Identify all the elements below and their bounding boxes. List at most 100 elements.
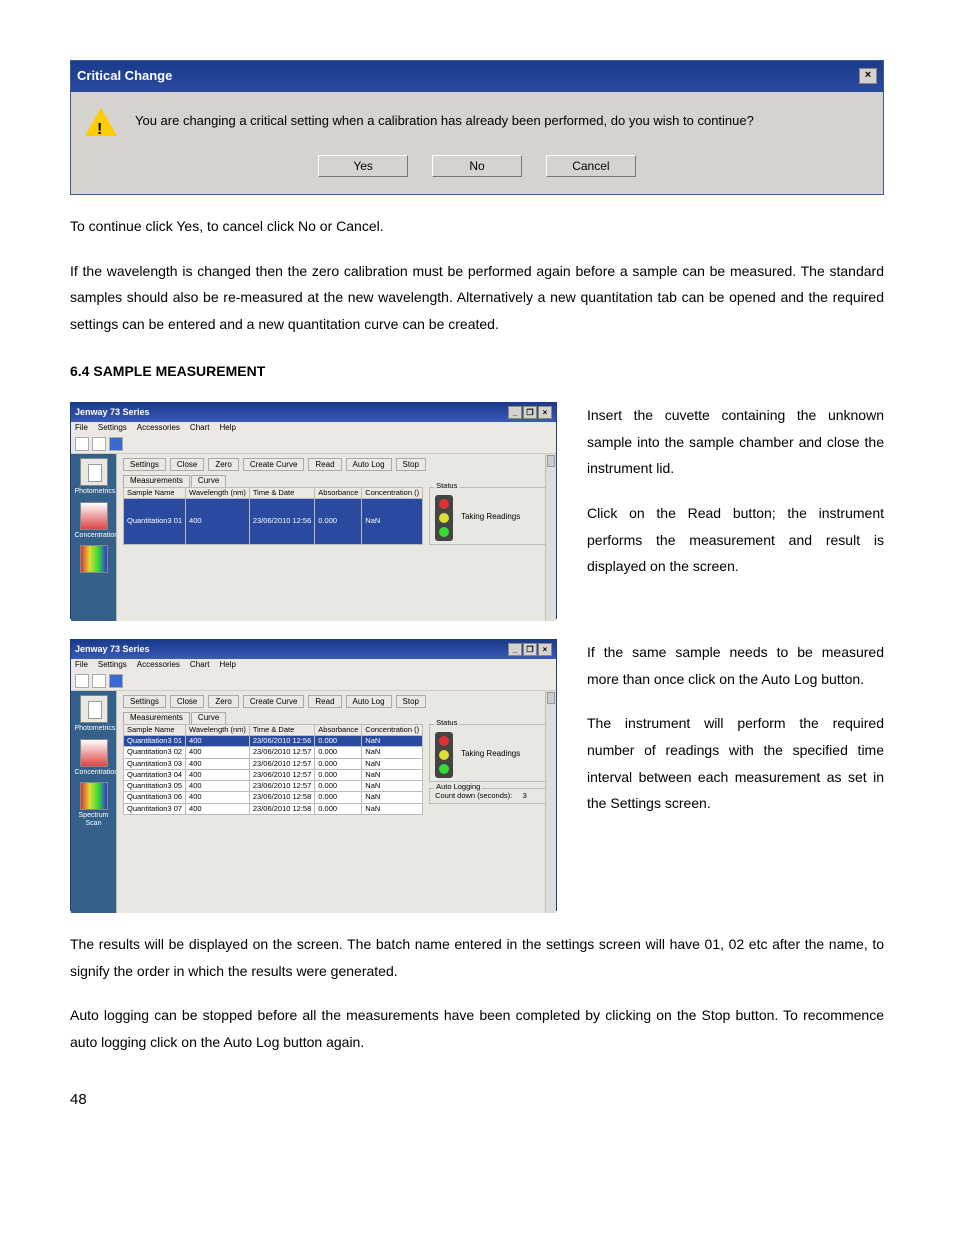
minimize-icon[interactable]: _ <box>508 406 522 419</box>
close-icon[interactable]: × <box>538 406 552 419</box>
spectrum-icon <box>80 545 108 573</box>
table-row[interactable]: Quantitation3 0740023/06/2010 12:580.000… <box>124 803 423 814</box>
save-icon[interactable] <box>109 437 123 451</box>
table-row[interactable]: Quantitation3 0140023/06/2010 12:560.000… <box>124 736 423 747</box>
sidebar-item-photometrics[interactable]: Photometrics <box>75 695 113 733</box>
stop-button[interactable]: Stop <box>396 695 426 708</box>
warning-icon <box>85 108 117 136</box>
sidebar-item-spectrum[interactable] <box>75 545 113 575</box>
app-screenshot-2: Jenway 73 Series _ ❐ × File Settings Acc… <box>70 639 557 911</box>
body-paragraph: If the same sample needs to be measured … <box>587 639 884 692</box>
maximize-icon[interactable]: ❐ <box>523 643 537 656</box>
section-heading: 6.4 SAMPLE MEASUREMENT <box>70 358 884 385</box>
tab-curve[interactable]: Curve <box>191 475 226 487</box>
table-cell: 0.000 <box>315 736 362 747</box>
sidebar-label: Concentration <box>75 769 119 776</box>
concentration-icon <box>80 502 108 530</box>
menu-file[interactable]: File <box>75 661 88 670</box>
table-cell: 400 <box>186 499 250 545</box>
autolog-button[interactable]: Auto Log <box>346 695 392 708</box>
sidebar-label: Spectrum Scan <box>79 812 109 827</box>
sidebar-item-spectrum[interactable]: Spectrum Scan <box>75 782 113 827</box>
menu-help[interactable]: Help <box>219 424 235 433</box>
menu-settings[interactable]: Settings <box>98 424 127 433</box>
menubar: File Settings Accessories Chart Help <box>71 422 556 435</box>
photometrics-icon <box>80 458 108 486</box>
col-wavelength: Wavelength (nm) <box>186 724 250 735</box>
menu-accessories[interactable]: Accessories <box>137 424 180 433</box>
menu-chart[interactable]: Chart <box>190 661 210 670</box>
tab-measurements[interactable]: Measurements <box>123 712 190 724</box>
table-row[interactable]: Quantitation3 0340023/06/2010 12:570.000… <box>124 758 423 769</box>
menu-file[interactable]: File <box>75 424 88 433</box>
close-button[interactable]: Close <box>170 458 204 471</box>
toolbar-icon[interactable] <box>92 437 106 451</box>
status-label: Status <box>434 719 459 727</box>
table-row[interactable]: Quantitation3 0640023/06/2010 12:580.000… <box>124 792 423 803</box>
zero-button[interactable]: Zero <box>208 695 238 708</box>
content-area: Settings Close Zero Create Curve Read Au… <box>116 454 556 621</box>
photometrics-icon <box>80 695 108 723</box>
table-cell: 23/06/2010 12:58 <box>249 803 314 814</box>
dialog-message: You are changing a critical setting when… <box>135 109 754 134</box>
no-button[interactable]: No <box>432 155 522 177</box>
table-cell: NaN <box>362 803 423 814</box>
concentration-icon <box>80 739 108 767</box>
scrollbar[interactable] <box>545 691 556 913</box>
menu-accessories[interactable]: Accessories <box>137 661 180 670</box>
table-cell: 400 <box>186 792 250 803</box>
table-row[interactable]: Quantitation3 0440023/06/2010 12:570.000… <box>124 769 423 780</box>
status-label: Status <box>434 482 459 490</box>
yes-button[interactable]: Yes <box>318 155 408 177</box>
maximize-icon[interactable]: ❐ <box>523 406 537 419</box>
tab-measurements[interactable]: Measurements <box>123 475 190 487</box>
toolbar-icon[interactable] <box>75 674 89 688</box>
settings-button[interactable]: Settings <box>123 695 166 708</box>
table-cell: Quantitation3 01 <box>124 499 186 545</box>
menu-chart[interactable]: Chart <box>190 424 210 433</box>
col-concentration: Concentration () <box>362 487 423 498</box>
close-icon[interactable]: × <box>538 643 552 656</box>
sidebar: Photometrics Concentration Spectrum Scan <box>71 691 116 913</box>
sidebar-label: Concentration <box>75 532 119 539</box>
table-cell: 400 <box>186 781 250 792</box>
close-button[interactable]: Close <box>170 695 204 708</box>
table-row[interactable]: Quantitation3 0140023/06/2010 12:560.000… <box>124 499 423 545</box>
table-row[interactable]: Quantitation3 0240023/06/2010 12:570.000… <box>124 747 423 758</box>
autolog-button[interactable]: Auto Log <box>346 458 392 471</box>
col-sample-name: Sample Name <box>124 487 186 498</box>
tab-curve[interactable]: Curve <box>191 712 226 724</box>
save-icon[interactable] <box>109 674 123 688</box>
stop-button[interactable]: Stop <box>396 458 426 471</box>
scrollbar[interactable] <box>545 454 556 621</box>
close-icon[interactable]: × <box>859 68 877 84</box>
page-number: 48 <box>70 1086 884 1115</box>
table-cell: 0.000 <box>315 792 362 803</box>
table-row[interactable]: Quantitation3 0540023/06/2010 12:570.000… <box>124 781 423 792</box>
sidebar-item-photometrics[interactable]: Photometrics <box>75 458 113 496</box>
table-cell: 400 <box>186 758 250 769</box>
col-absorbance: Absorbance <box>315 724 362 735</box>
read-button[interactable]: Read <box>308 695 341 708</box>
zero-button[interactable]: Zero <box>208 458 238 471</box>
read-button[interactable]: Read <box>308 458 341 471</box>
menu-help[interactable]: Help <box>219 661 235 670</box>
sidebar-item-concentration[interactable]: Concentration <box>75 739 113 777</box>
results-table: Sample Name Wavelength (nm) Time & Date … <box>123 724 423 815</box>
body-paragraph: The instrument will perform the required… <box>587 710 884 816</box>
table-cell: 23/06/2010 12:56 <box>249 499 314 545</box>
table-cell: 0.000 <box>315 769 362 780</box>
menu-settings[interactable]: Settings <box>98 661 127 670</box>
create-curve-button[interactable]: Create Curve <box>243 695 305 708</box>
toolbar-icon[interactable] <box>92 674 106 688</box>
minimize-icon[interactable]: _ <box>508 643 522 656</box>
status-text: Taking Readings <box>461 513 520 522</box>
cancel-button[interactable]: Cancel <box>546 155 636 177</box>
app-screenshot-1: Jenway 73 Series _ ❐ × File Settings Acc… <box>70 402 557 619</box>
settings-button[interactable]: Settings <box>123 458 166 471</box>
create-curve-button[interactable]: Create Curve <box>243 458 305 471</box>
spectrum-icon <box>80 782 108 810</box>
sidebar-item-concentration[interactable]: Concentration <box>75 502 113 540</box>
dialog-body: You are changing a critical setting when… <box>71 92 883 195</box>
toolbar-icon[interactable] <box>75 437 89 451</box>
